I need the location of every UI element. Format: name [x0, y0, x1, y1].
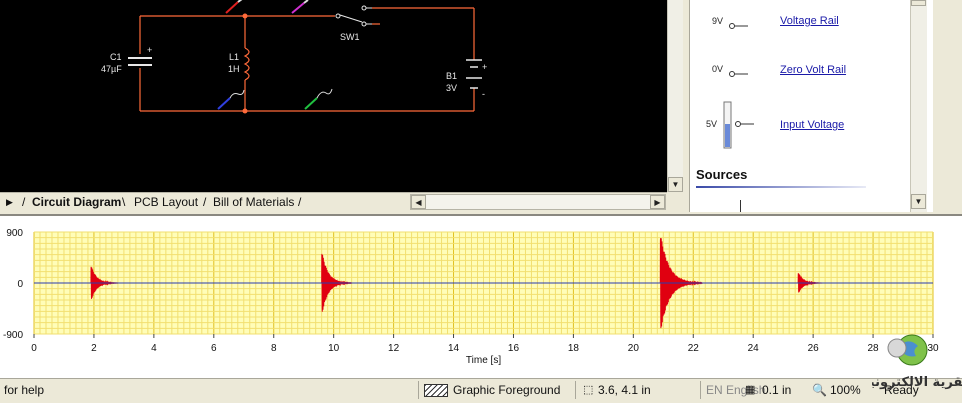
status-layer-mode[interactable]: Graphic Foreground	[453, 381, 560, 399]
label-c1-plus: +	[147, 45, 152, 55]
panel-vertical-scrollbar[interactable]: ▼	[910, 0, 927, 212]
x-tick-label: 10	[328, 343, 340, 354]
watermark-logo: القرية الالكترونية	[862, 330, 962, 394]
capacitor-c1	[128, 57, 152, 66]
circuit-schematic: SW1 C1 47µF + L1 1H B1 3V + -	[101, 0, 487, 114]
sources-heading: Sources	[696, 167, 748, 182]
scroll-right-icon[interactable]: ▶	[650, 195, 665, 209]
switch-sw1	[335, 5, 372, 27]
tab-slant: /	[298, 195, 302, 209]
y-tick-label: -900	[3, 330, 23, 341]
status-coordinates: 3.6, 4.1 in	[598, 383, 651, 397]
source-item-partial	[740, 200, 741, 212]
x-tick-label: 20	[628, 343, 640, 354]
x-tick-label: 26	[808, 343, 820, 354]
label-b1-value: 3V	[446, 83, 457, 93]
tab-slant: /	[22, 195, 26, 209]
label-sw1: SW1	[340, 32, 360, 42]
y-tick-label: 0	[17, 279, 23, 290]
grid-icon: ▦	[745, 384, 756, 396]
rail-0v-level: 0V	[712, 64, 724, 74]
waveform-chart: 0 2 4 6 8 10 12 14 16 18 20 22 24 26 28 309000-900 Time…	[3, 228, 939, 366]
link-zero-volt-rail[interactable]: Zero Volt Rail	[780, 64, 846, 76]
x-tick-label: 12	[388, 343, 400, 354]
status-zoom[interactable]: 100%	[830, 381, 861, 399]
scroll-left-icon[interactable]: ◀	[411, 195, 426, 209]
input-voltage-slider-icon	[722, 100, 756, 150]
link-input-voltage[interactable]: Input Voltage	[780, 119, 844, 131]
x-tick-label: 24	[748, 343, 760, 354]
rail-9v-icon	[728, 17, 750, 29]
scroll-down-icon[interactable]: ▼	[668, 177, 683, 192]
voltage-probe-red	[225, 0, 243, 14]
tab-slant: \	[122, 195, 126, 209]
label-b1-plus: +	[482, 62, 487, 72]
x-tick-label: 6	[211, 343, 217, 354]
panel-scroll-down-icon[interactable]: ▼	[911, 194, 926, 209]
label-b1-minus: -	[482, 89, 485, 99]
tab-circuit-diagram[interactable]: Circuit Diagram	[32, 194, 121, 211]
circuit-horizontal-scrollbar[interactable]: ◀ ▶	[410, 194, 666, 210]
circuit-canvas[interactable]: SW1 C1 47µF + L1 1H B1 3V + -	[0, 0, 667, 192]
x-tick-label: 14	[448, 343, 460, 354]
status-grid-size[interactable]: 0.1 in	[762, 381, 791, 399]
tab-slant: /	[203, 195, 207, 209]
graphic-foreground-icon	[424, 384, 448, 397]
zoom-icon: 🔍	[812, 383, 827, 397]
voltage-probe-blue	[217, 89, 245, 110]
label-c1-name: C1	[110, 52, 122, 62]
tab-scroll-right-icon[interactable]: ▶	[6, 194, 13, 211]
x-tick-label: 8	[271, 343, 277, 354]
panel-scroll-up-icon[interactable]	[911, 0, 926, 6]
input-voltage-level: 5V	[706, 119, 718, 129]
circuit-vertical-scrollbar[interactable]: ▼	[667, 0, 683, 192]
rail-0v-icon	[728, 65, 750, 77]
status-language: EN English	[706, 383, 766, 397]
coordinates-icon: ⬚	[583, 384, 594, 396]
x-tick-label: 22	[688, 343, 700, 354]
link-voltage-rail[interactable]: Voltage Rail	[780, 15, 839, 27]
voltage-probe-green	[304, 88, 333, 110]
inductor-l1	[243, 47, 250, 81]
status-help-text: for help	[4, 383, 45, 397]
x-axis-label: Time [s]	[466, 355, 501, 366]
status-bar: for help Graphic Foreground ⬚ 3.6, 4.1 i…	[0, 378, 962, 403]
rail-9v-level: 9V	[712, 16, 724, 26]
x-tick-label: 18	[568, 343, 580, 354]
x-tick-label: 2	[91, 343, 97, 354]
x-tick-label: 0	[31, 343, 37, 354]
label-c1-value: 47µF	[101, 64, 122, 74]
label-l1-value: 1H	[228, 64, 240, 74]
label-b1-name: B1	[446, 71, 457, 81]
voltage-probe-magenta	[291, 0, 309, 14]
tab-bill-of-materials[interactable]: Bill of Materials	[213, 194, 294, 211]
watermark-text: القرية الالكترونية	[872, 375, 962, 390]
simulation-graph[interactable]: 0 2 4 6 8 10 12 14 16 18 20 22 24 26 28 30 900 0 -900 Time…	[0, 214, 962, 380]
right-edge-strip	[933, 0, 962, 212]
tab-pcb-layout[interactable]: PCB Layout	[134, 194, 198, 211]
sources-divider	[696, 186, 866, 188]
x-tick-label: 4	[151, 343, 157, 354]
x-tick-label: 16	[508, 343, 520, 354]
y-tick-label: 900	[6, 228, 23, 239]
battery-b1	[466, 59, 482, 89]
label-l1-name: L1	[229, 52, 239, 62]
